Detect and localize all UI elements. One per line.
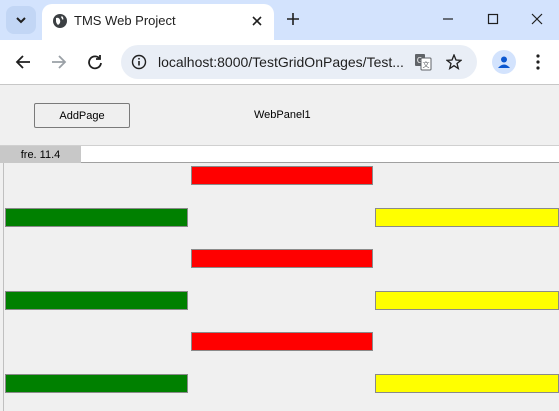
tab-search-button[interactable] — [6, 6, 36, 34]
maximize-button[interactable] — [483, 9, 503, 29]
info-icon — [131, 54, 147, 70]
arrow-right-icon — [52, 55, 67, 69]
web-page: AddPage WebPanel1 fre. 11.4 — [0, 85, 559, 411]
new-tab-button[interactable] — [283, 9, 303, 29]
globe-icon — [53, 14, 67, 28]
green-grid-bar[interactable] — [5, 291, 188, 310]
page-tab[interactable]: fre. 11.4 — [0, 146, 81, 163]
close-tab-button[interactable] — [248, 12, 266, 30]
browser-tab-bar: TMS Web Project — [0, 0, 559, 40]
svg-text:文: 文 — [423, 60, 430, 69]
green-grid-bar[interactable] — [5, 374, 188, 393]
tab-title: TMS Web Project — [74, 13, 176, 28]
web-panel-label: WebPanel1 — [254, 109, 311, 121]
reload-button[interactable] — [83, 50, 107, 74]
translate-icon: G文 — [415, 54, 432, 71]
reload-icon — [88, 55, 102, 70]
add-page-button[interactable]: AddPage — [34, 103, 130, 128]
address-bar[interactable]: localhost:8000/TestGridOnPages/Test... G… — [121, 45, 477, 79]
red-grid-bar[interactable] — [191, 332, 373, 351]
yellow-grid-bar[interactable] — [375, 374, 559, 393]
green-grid-bar[interactable] — [5, 208, 188, 227]
translate-button[interactable]: G文 — [414, 53, 432, 71]
close-window-button[interactable] — [527, 9, 547, 29]
avatar-icon — [498, 56, 510, 68]
bookmark-button[interactable] — [445, 53, 463, 71]
star-icon — [446, 54, 462, 70]
url-text: localhost:8000/TestGridOnPages/Test... — [158, 54, 404, 70]
plus-icon — [287, 13, 299, 25]
page-tab-strip: fre. 11.4 — [0, 145, 559, 163]
minimize-button[interactable] — [438, 9, 458, 29]
profile-button[interactable] — [492, 50, 516, 74]
chevron-down-icon — [16, 17, 26, 24]
yellow-grid-bar[interactable] — [375, 291, 559, 310]
arrow-left-icon — [15, 55, 30, 69]
browser-menu-button[interactable] — [526, 50, 550, 74]
browser-toolbar: localhost:8000/TestGridOnPages/Test... G… — [0, 40, 559, 84]
maximize-icon — [487, 13, 499, 25]
red-grid-bar[interactable] — [191, 166, 373, 185]
close-icon — [531, 13, 543, 25]
back-button[interactable] — [11, 50, 35, 74]
minimize-icon — [443, 18, 453, 20]
forward-button[interactable] — [47, 50, 71, 74]
red-grid-bar[interactable] — [191, 249, 373, 268]
yellow-grid-bar[interactable] — [375, 208, 559, 227]
grid-panel — [3, 163, 559, 411]
more-vertical-icon — [536, 54, 540, 70]
close-icon — [252, 16, 262, 26]
browser-tab[interactable]: TMS Web Project — [42, 4, 274, 40]
